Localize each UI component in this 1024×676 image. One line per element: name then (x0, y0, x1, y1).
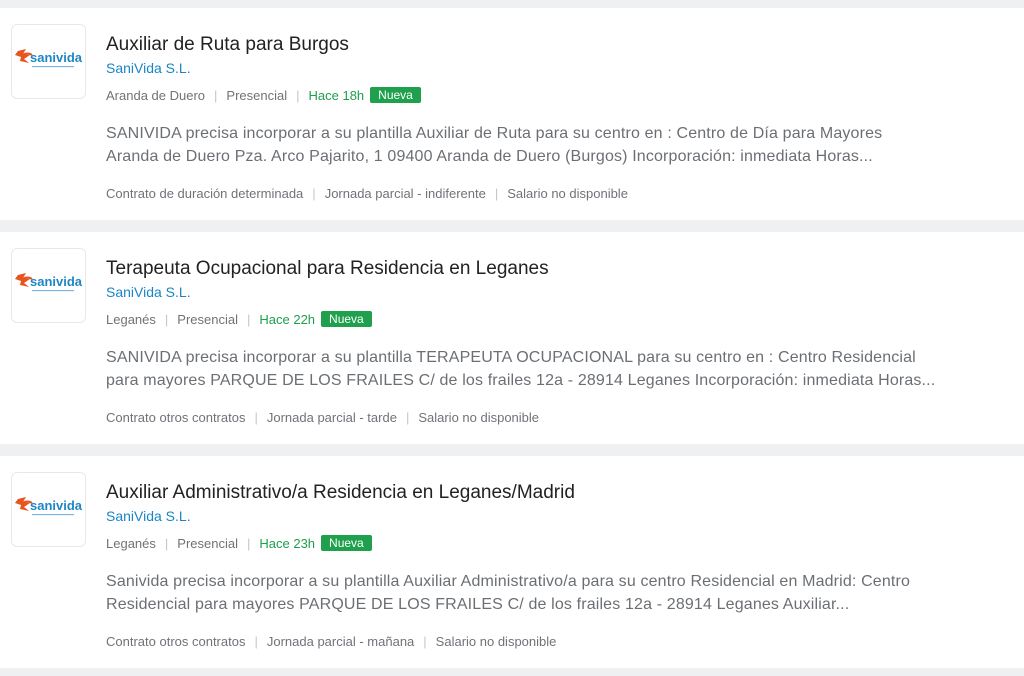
separator: | (254, 410, 258, 425)
offer-conditions: Contrato otros contratos | Jornada parci… (106, 410, 539, 425)
company-name[interactable]: SaniVida S.L. (106, 507, 191, 525)
offer-location: Aranda de Duero (106, 87, 206, 103)
offer-meta: Leganés | Presencial | Hace 22h Nueva (106, 310, 372, 328)
offer-salary: Salario no disponible (435, 634, 557, 649)
separator: | (246, 535, 251, 551)
svg-text:sanivida: sanivida (30, 274, 83, 289)
separator: | (312, 186, 316, 201)
new-badge: Nueva (370, 87, 421, 103)
offer-conditions: Contrato de duración determinada | Jorna… (106, 186, 628, 201)
new-badge: Nueva (321, 311, 372, 327)
company-logo[interactable]: sanivida (11, 472, 86, 547)
svg-text:sanivida: sanivida (30, 50, 83, 65)
offer-card[interactable]: sanivida Auxiliar de Ruta para Burgos Sa… (0, 8, 1024, 220)
offer-contract: Contrato de duración determinada (106, 186, 304, 201)
offer-card[interactable]: sanivida Terapeuta Ocupacional para Resi… (0, 232, 1024, 444)
offer-meta: Aranda de Duero | Presencial | Hace 18h … (106, 86, 421, 104)
offer-posted-time: Hace 18h (308, 87, 365, 103)
company-name[interactable]: SaniVida S.L. (106, 59, 191, 77)
offer-salary: Salario no disponible (507, 186, 628, 201)
sanivida-logo-icon: sanivida (15, 273, 83, 292)
separator: | (423, 634, 427, 649)
separator: | (246, 311, 251, 327)
offer-description-line: para mayores PARQUE DE LOS FRAILES C/ de… (106, 372, 936, 389)
offer-description-line: Residencial para mayores PARQUE DE LOS F… (106, 596, 850, 613)
offer-location: Leganés (106, 311, 156, 327)
offer-description: Sanivida precisa incorporar a su plantil… (106, 570, 996, 616)
offer-description-line: Aranda de Duero Pza. Arco Pajarito, 1 09… (106, 148, 873, 165)
offer-contract: Contrato otros contratos (106, 634, 246, 649)
new-badge: Nueva (321, 535, 372, 551)
offer-contract: Contrato otros contratos (106, 410, 246, 425)
offer-meta: Leganés | Presencial | Hace 23h Nueva (106, 534, 372, 552)
offer-posted-time: Hace 22h (259, 311, 316, 327)
sanivida-logo-icon: sanivida (15, 497, 83, 516)
offer-description: SANIVIDA precisa incorporar a su plantil… (106, 122, 996, 168)
offer-description: SANIVIDA precisa incorporar a su plantil… (106, 346, 996, 392)
svg-text:sanivida: sanivida (30, 498, 83, 513)
offer-salary: Salario no disponible (418, 410, 540, 425)
separator: | (494, 186, 499, 201)
offer-description-line: SANIVIDA precisa incorporar a su plantil… (106, 349, 916, 366)
offer-title[interactable]: Auxiliar de Ruta para Burgos (106, 33, 349, 57)
offer-title[interactable]: Auxiliar Administrativo/a Residencia en … (106, 481, 575, 505)
offer-schedule: Jornada parcial - indiferente (324, 186, 486, 201)
offer-schedule: Jornada parcial - mañana (266, 634, 415, 649)
offer-card[interactable]: sanivida Auxiliar Administrativo/a Resid… (0, 456, 1024, 668)
separator: | (405, 410, 410, 425)
company-logo[interactable]: sanivida (11, 248, 86, 323)
separator: | (214, 87, 218, 103)
separator: | (254, 634, 258, 649)
offer-modality: Presencial (226, 87, 288, 103)
separator: | (164, 311, 169, 327)
company-name[interactable]: SaniVida S.L. (106, 283, 191, 301)
offer-list: sanivida Auxiliar de Ruta para Burgos Sa… (0, 0, 1024, 676)
offer-title[interactable]: Terapeuta Ocupacional para Residencia en… (106, 257, 549, 281)
offer-modality: Presencial (177, 535, 238, 551)
offer-schedule: Jornada parcial - tarde (266, 410, 397, 425)
offer-posted-time: Hace 23h (259, 535, 316, 551)
offer-location: Leganés (106, 535, 156, 551)
separator: | (296, 87, 300, 103)
sanivida-logo-icon: sanivida (15, 49, 83, 68)
offer-modality: Presencial (177, 311, 238, 327)
company-logo[interactable]: sanivida (11, 24, 86, 99)
separator: | (164, 535, 169, 551)
offer-description-line: Sanivida precisa incorporar a su plantil… (106, 573, 911, 590)
offer-description-line: SANIVIDA precisa incorporar a su plantil… (106, 125, 883, 142)
offer-conditions: Contrato otros contratos | Jornada parci… (106, 634, 556, 649)
